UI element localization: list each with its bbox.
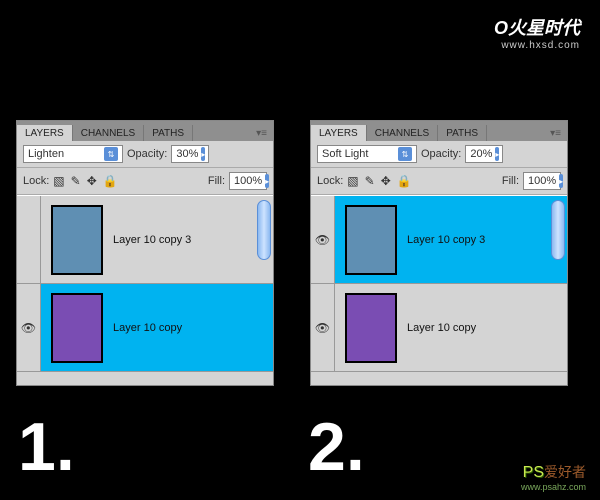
lock-transparency-icon[interactable]: ▧ [347, 174, 358, 188]
panels-container: LAYERS CHANNELS PATHS ▾≡ Lighten⇅ Opacit… [16, 120, 568, 386]
lock-icons[interactable]: ▧ ✎ ✥ 🔒 [53, 174, 117, 188]
lock-label: Lock: [317, 175, 343, 187]
opacity-label: Opacity: [127, 148, 167, 160]
layer-row[interactable]: 👁 Layer 10 copy [311, 284, 567, 372]
lock-all-icon[interactable]: 🔒 [103, 174, 118, 188]
lock-transparency-icon[interactable]: ▧ [53, 174, 64, 188]
layers-panel-1: LAYERS CHANNELS PATHS ▾≡ Lighten⇅ Opacit… [16, 120, 274, 386]
scrollbar[interactable] [257, 200, 271, 260]
tab-channels[interactable]: CHANNELS [73, 125, 144, 141]
scrollbar[interactable] [551, 200, 565, 260]
tab-paths[interactable]: PATHS [438, 125, 487, 141]
tab-channels[interactable]: CHANNELS [367, 125, 438, 141]
fill-input[interactable]: 100%▸ [229, 172, 267, 190]
layer-row[interactable]: 👁 Layer 10 copy 3 [311, 196, 567, 284]
layer-thumbnail[interactable] [51, 293, 103, 363]
lock-move-icon[interactable]: ✥ [87, 174, 97, 188]
watermark-top: O火星时代 www.hxsd.com [494, 14, 580, 51]
lock-move-icon[interactable]: ✥ [381, 174, 391, 188]
fill-input[interactable]: 100%▸ [523, 172, 561, 190]
layers-list: Layer 10 copy 3 👁 Layer 10 copy [17, 195, 273, 385]
layer-name-label: Layer 10 copy 3 [407, 234, 485, 246]
eye-icon: 👁 [315, 321, 330, 335]
layer-name-label: Layer 10 copy [113, 322, 182, 334]
tab-layers[interactable]: LAYERS [17, 125, 73, 141]
blend-mode-select[interactable]: Lighten⇅ [23, 145, 123, 163]
lock-label: Lock: [23, 175, 49, 187]
visibility-toggle[interactable]: 👁 [311, 196, 335, 283]
lock-brush-icon[interactable]: ✎ [365, 174, 375, 188]
layer-thumbnail[interactable] [345, 293, 397, 363]
layer-thumbnail[interactable] [51, 205, 103, 275]
layer-thumbnail[interactable] [345, 205, 397, 275]
eye-icon: 👁 [21, 321, 36, 335]
eye-icon: 👁 [315, 233, 330, 247]
blend-mode-select[interactable]: Soft Light⇅ [317, 145, 417, 163]
tab-paths[interactable]: PATHS [144, 125, 193, 141]
layer-row[interactable]: Layer 10 copy 3 [17, 196, 273, 284]
watermark-bottom: PS爱好者 www.psahz.com [521, 462, 586, 492]
visibility-toggle[interactable]: 👁 [17, 284, 41, 371]
panel-tabs: LAYERS CHANNELS PATHS ▾≡ [17, 121, 273, 141]
lock-brush-icon[interactable]: ✎ [71, 174, 81, 188]
step-number-2: 2. [308, 408, 365, 486]
layer-row[interactable]: 👁 Layer 10 copy [17, 284, 273, 372]
fill-label: Fill: [502, 175, 519, 187]
opacity-label: Opacity: [421, 148, 461, 160]
layer-name-label: Layer 10 copy 3 [113, 234, 191, 246]
panel-menu-icon[interactable]: ▾≡ [250, 126, 273, 141]
step-number-1: 1. [18, 408, 75, 486]
opacity-input[interactable]: 20%▸ [465, 145, 503, 163]
panel-tabs: LAYERS CHANNELS PATHS ▾≡ [311, 121, 567, 141]
panel-menu-icon[interactable]: ▾≡ [544, 126, 567, 141]
layers-list: 👁 Layer 10 copy 3 👁 Layer 10 copy [311, 195, 567, 385]
layer-name-label: Layer 10 copy [407, 322, 476, 334]
lock-icons[interactable]: ▧ ✎ ✥ 🔒 [347, 174, 411, 188]
fill-label: Fill: [208, 175, 225, 187]
visibility-toggle[interactable]: 👁 [311, 284, 335, 371]
visibility-toggle[interactable] [17, 196, 41, 283]
lock-all-icon[interactable]: 🔒 [397, 174, 412, 188]
opacity-input[interactable]: 30%▸ [171, 145, 209, 163]
tab-layers[interactable]: LAYERS [311, 125, 367, 141]
layers-panel-2: LAYERS CHANNELS PATHS ▾≡ Soft Light⇅ Opa… [310, 120, 568, 386]
